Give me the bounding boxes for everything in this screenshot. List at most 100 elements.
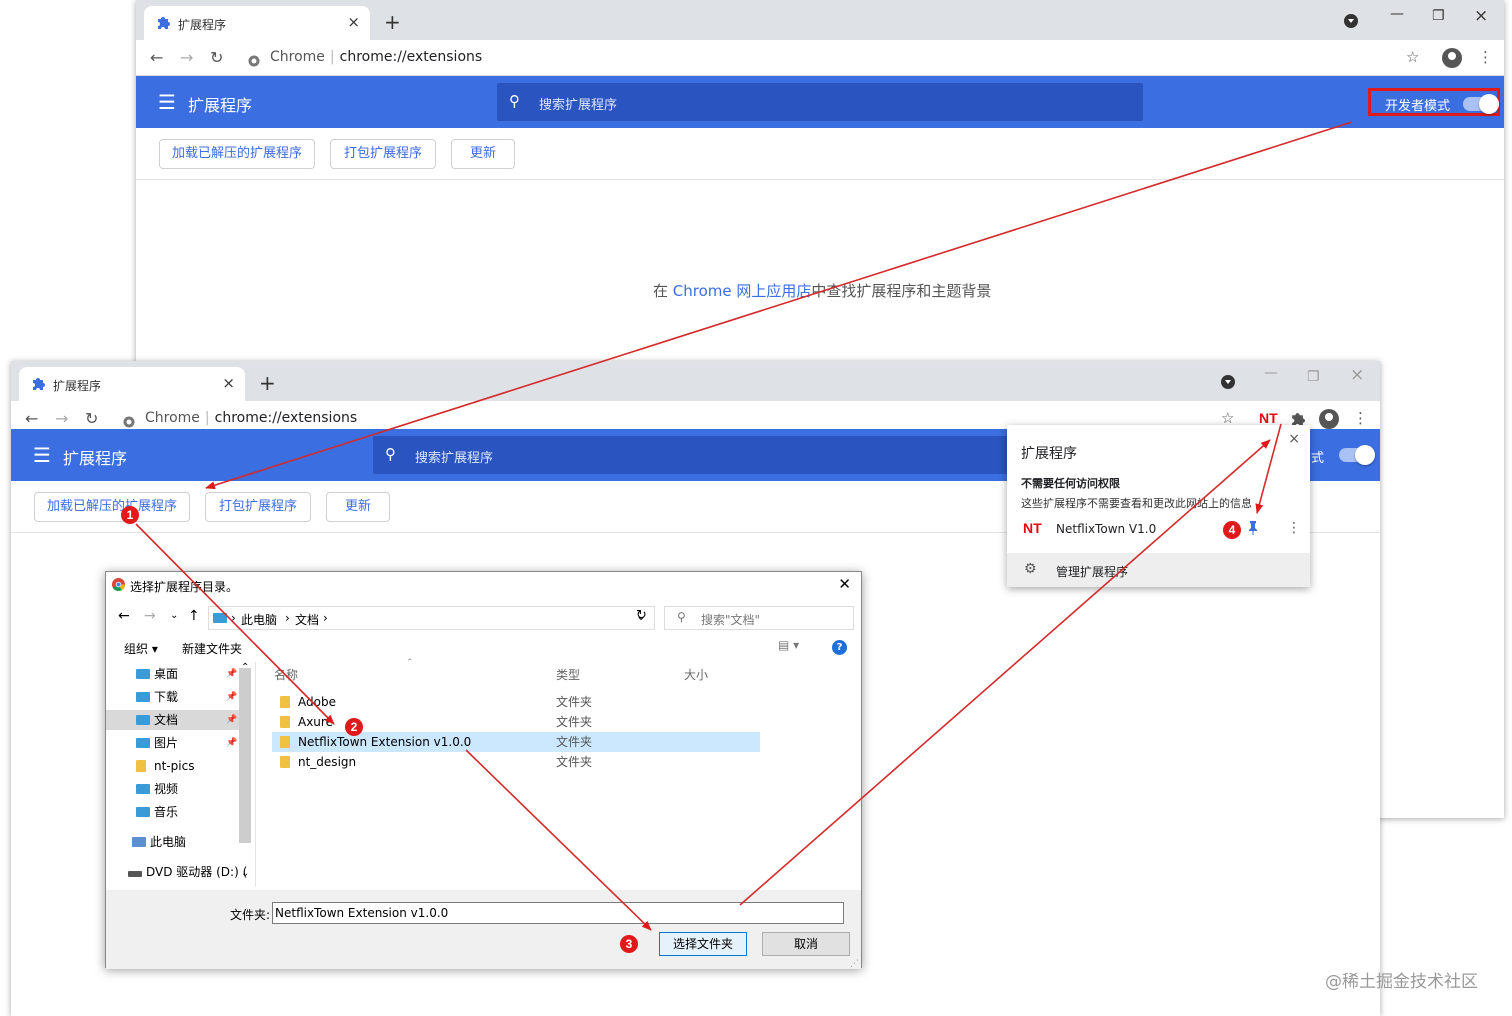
close-window-icon[interactable]: ×: [1350, 365, 1364, 385]
developer-mode-label-partial: 式: [1311, 451, 1325, 466]
pack-extension-button[interactable]: 打包扩展程序: [205, 492, 311, 522]
column-size[interactable]: 大小: [684, 666, 708, 683]
select-folder-button[interactable]: 选择文件夹: [659, 932, 747, 956]
folder-icon: [213, 613, 227, 623]
tree-item-pictures[interactable]: 图片 📌: [136, 733, 237, 753]
folder-icon: [136, 715, 150, 725]
organize-menu[interactable]: 组织 ▾: [124, 640, 158, 657]
menu-icon[interactable]: ⋮: [1478, 48, 1493, 66]
extension-name: NetflixTown V1.0: [1056, 522, 1157, 536]
search-input[interactable]: ⚲ 搜索扩展程序: [373, 436, 1013, 474]
profile-icon[interactable]: [1442, 48, 1462, 68]
step-badge-3: 3: [620, 935, 638, 953]
tree-item-videos[interactable]: 视频: [136, 779, 178, 799]
popup-section-title: 不需要任何访问权限: [1021, 477, 1120, 490]
folder-name-input[interactable]: NetflixTown Extension v1.0.0: [272, 902, 844, 924]
tab-extensions[interactable]: 扩展程序 ×: [19, 367, 245, 401]
minimize-icon[interactable]: —: [1390, 6, 1404, 22]
hamburger-icon[interactable]: ☰: [158, 90, 176, 114]
tab-close-icon[interactable]: ×: [347, 13, 360, 31]
address-field[interactable]: Chrome | chrome://extensions: [270, 49, 482, 65]
extension-row[interactable]: NT NetflixTown V1.0 ⋮: [1007, 515, 1310, 545]
extension-more-icon[interactable]: ⋮: [1287, 520, 1301, 536]
folder-icon: [280, 716, 290, 728]
back-icon[interactable]: ←: [150, 48, 163, 67]
computer-icon: [132, 837, 146, 847]
dialog-search-placeholder: 搜索"文档": [701, 613, 761, 627]
webstore-link[interactable]: Chrome 网上应用店: [673, 282, 812, 300]
breadcrumb-documents[interactable]: 文档: [295, 611, 319, 628]
profile-icon[interactable]: [1319, 409, 1339, 429]
developer-toolbar: 加载已解压的扩展程序 打包扩展程序 更新: [136, 128, 1504, 180]
dialog-search-input[interactable]: ⚲ 搜索"文档": [664, 606, 854, 630]
back-icon[interactable]: ←: [118, 608, 130, 624]
tree-item-music[interactable]: 音乐: [136, 802, 178, 822]
dialog-close-icon[interactable]: ✕: [838, 575, 851, 593]
breadcrumb-this-pc[interactable]: 此电脑: [241, 611, 277, 628]
star-icon[interactable]: ☆: [1406, 48, 1419, 66]
file-row-adobe[interactable]: Adobe 文件夹: [272, 692, 760, 712]
hamburger-icon[interactable]: ☰: [33, 443, 51, 467]
profile-menu-icon[interactable]: [1344, 14, 1358, 32]
restore-icon[interactable]: ❐: [1432, 8, 1445, 24]
resize-grip-icon[interactable]: ⋰: [850, 959, 859, 969]
load-unpacked-button[interactable]: 加载已解压的扩展程序: [159, 139, 315, 169]
update-button[interactable]: 更新: [326, 492, 390, 522]
minimize-icon[interactable]: —: [1264, 365, 1278, 381]
restore-icon[interactable]: ❐: [1307, 369, 1320, 385]
recent-chevron-icon[interactable]: ⌄: [170, 610, 178, 621]
column-type[interactable]: 类型: [556, 666, 580, 683]
cancel-button[interactable]: 取消: [762, 932, 850, 956]
new-tab-button[interactable]: +: [259, 371, 276, 395]
address-field[interactable]: Chrome | chrome://extensions: [145, 410, 357, 426]
tree-item-this-pc[interactable]: 此电脑: [132, 832, 186, 852]
developer-mode-toggle[interactable]: [1339, 445, 1375, 465]
pack-extension-button[interactable]: 打包扩展程序: [330, 139, 436, 169]
help-icon[interactable]: ?: [832, 640, 847, 655]
site-info-icon[interactable]: [248, 52, 260, 71]
developer-mode-toggle[interactable]: [1463, 94, 1499, 114]
step-badge-4: 4: [1223, 521, 1241, 539]
folder-icon: [136, 738, 150, 748]
menu-icon[interactable]: ⋮: [1353, 409, 1368, 427]
reload-icon[interactable]: ↻: [210, 48, 223, 67]
tab-close-icon[interactable]: ×: [222, 374, 235, 392]
search-input[interactable]: ⚲ 搜索扩展程序: [497, 83, 1143, 121]
forward-icon[interactable]: →: [55, 409, 68, 428]
back-icon[interactable]: ←: [25, 409, 38, 428]
view-options-icon[interactable]: ▤ ▾: [778, 638, 799, 652]
url-prefix: Chrome: [145, 410, 200, 426]
load-unpacked-button[interactable]: 加载已解压的扩展程序: [34, 492, 190, 522]
new-tab-button[interactable]: +: [384, 10, 401, 34]
popup-close-icon[interactable]: ×: [1288, 431, 1300, 447]
tab-extensions[interactable]: 扩展程序 ×: [144, 6, 370, 40]
tree-item-dvd[interactable]: DVD 驱动器 (D:) (: [128, 862, 247, 882]
tree-item-desktop[interactable]: 桌面 📌: [136, 664, 237, 684]
pin-icon[interactable]: [1247, 520, 1259, 540]
forward-icon[interactable]: →: [144, 608, 156, 624]
column-name[interactable]: 名称: [274, 666, 298, 683]
manage-extensions-row[interactable]: ⚙ 管理扩展程序: [1007, 553, 1310, 587]
tree-scroll-down-icon[interactable]: ⌄: [241, 868, 249, 879]
profile-menu-icon[interactable]: [1221, 375, 1235, 393]
reload-icon[interactable]: ↻: [85, 409, 98, 428]
tree-item-documents[interactable]: 文档 📌: [106, 710, 239, 730]
forward-icon[interactable]: →: [180, 48, 193, 67]
file-row-nt-design[interactable]: nt_design 文件夹: [272, 752, 760, 772]
file-list: ⌃ 名称 类型 大小 Adobe 文件夹 Axure 文件夹 NetflixTown…: [256, 658, 863, 887]
tree-item-nt-pics[interactable]: nt-pics: [136, 756, 194, 776]
new-folder-button[interactable]: 新建文件夹: [182, 640, 242, 657]
navigation-tree: 桌面 📌 下载 📌 文档 📌 图片 📌 nt-pics 视频 音乐 此电脑 DVD 驱动…: [106, 662, 256, 887]
refresh-icon[interactable]: ↻: [636, 608, 647, 623]
update-button[interactable]: 更新: [451, 139, 515, 169]
up-icon[interactable]: ↑: [188, 608, 200, 624]
search-icon: ⚲: [509, 92, 520, 110]
close-window-icon[interactable]: ×: [1474, 6, 1488, 26]
page-title: 扩展程序: [63, 449, 128, 468]
file-row-netflixtown[interactable]: NetflixTown Extension v1.0.0 文件夹: [272, 732, 760, 752]
netflixtown-extension-icon[interactable]: NT: [1259, 410, 1278, 426]
folder-icon: [136, 760, 146, 772]
tree-scrollbar[interactable]: [239, 668, 251, 843]
tree-item-downloads[interactable]: 下载 📌: [136, 687, 237, 707]
breadcrumb[interactable]: › 此电脑 › 文档 › ⌄: [208, 606, 655, 630]
